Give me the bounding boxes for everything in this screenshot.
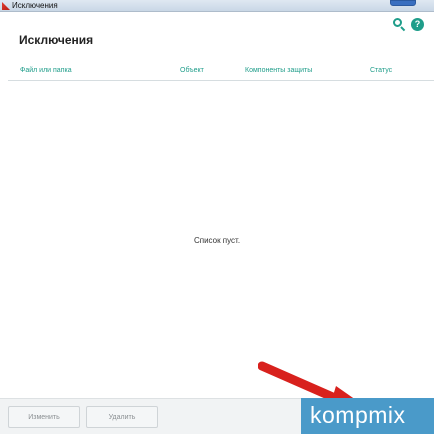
column-header-file-or-folder[interactable]: Файл или папка: [20, 67, 72, 74]
column-header-object[interactable]: Объект: [180, 67, 204, 74]
edit-button[interactable]: Изменить: [8, 406, 80, 428]
window-titlebar: Исключения: [0, 0, 434, 12]
column-header-protection-components[interactable]: Компоненты защиты: [245, 67, 312, 74]
window-title: Исключения: [12, 1, 58, 10]
delete-button[interactable]: Удалить: [86, 406, 158, 428]
watermark-logo: kompmix: [301, 398, 434, 434]
header-divider: [8, 80, 434, 81]
window-control-button[interactable]: [390, 0, 416, 6]
empty-list-message: Список пуст.: [193, 236, 241, 245]
toolbar-icons: ?: [393, 18, 424, 32]
app-logo-icon: [2, 2, 10, 10]
help-icon[interactable]: ?: [411, 18, 424, 31]
search-icon[interactable]: [393, 18, 406, 32]
page-title: Исключения: [19, 33, 94, 47]
column-header-status[interactable]: Статус: [370, 67, 392, 74]
